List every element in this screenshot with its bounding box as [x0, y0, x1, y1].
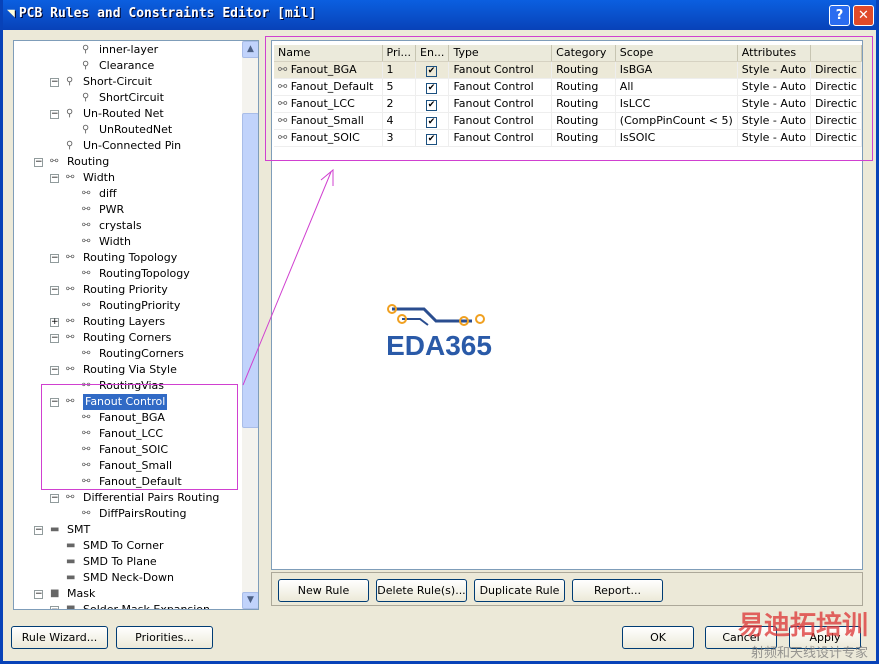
watermark-line2: 射频和天线设计专家 [750, 646, 868, 661]
watermark: 易迪拓培训 射频和天线设计专家 [738, 605, 868, 661]
dialog-window: ◥ PCB Rules and Constraints Editor [mil] … [0, 0, 879, 664]
watermark-line1: 易迪拓培训 [737, 611, 868, 641]
annotation-arrow [242, 168, 334, 386]
